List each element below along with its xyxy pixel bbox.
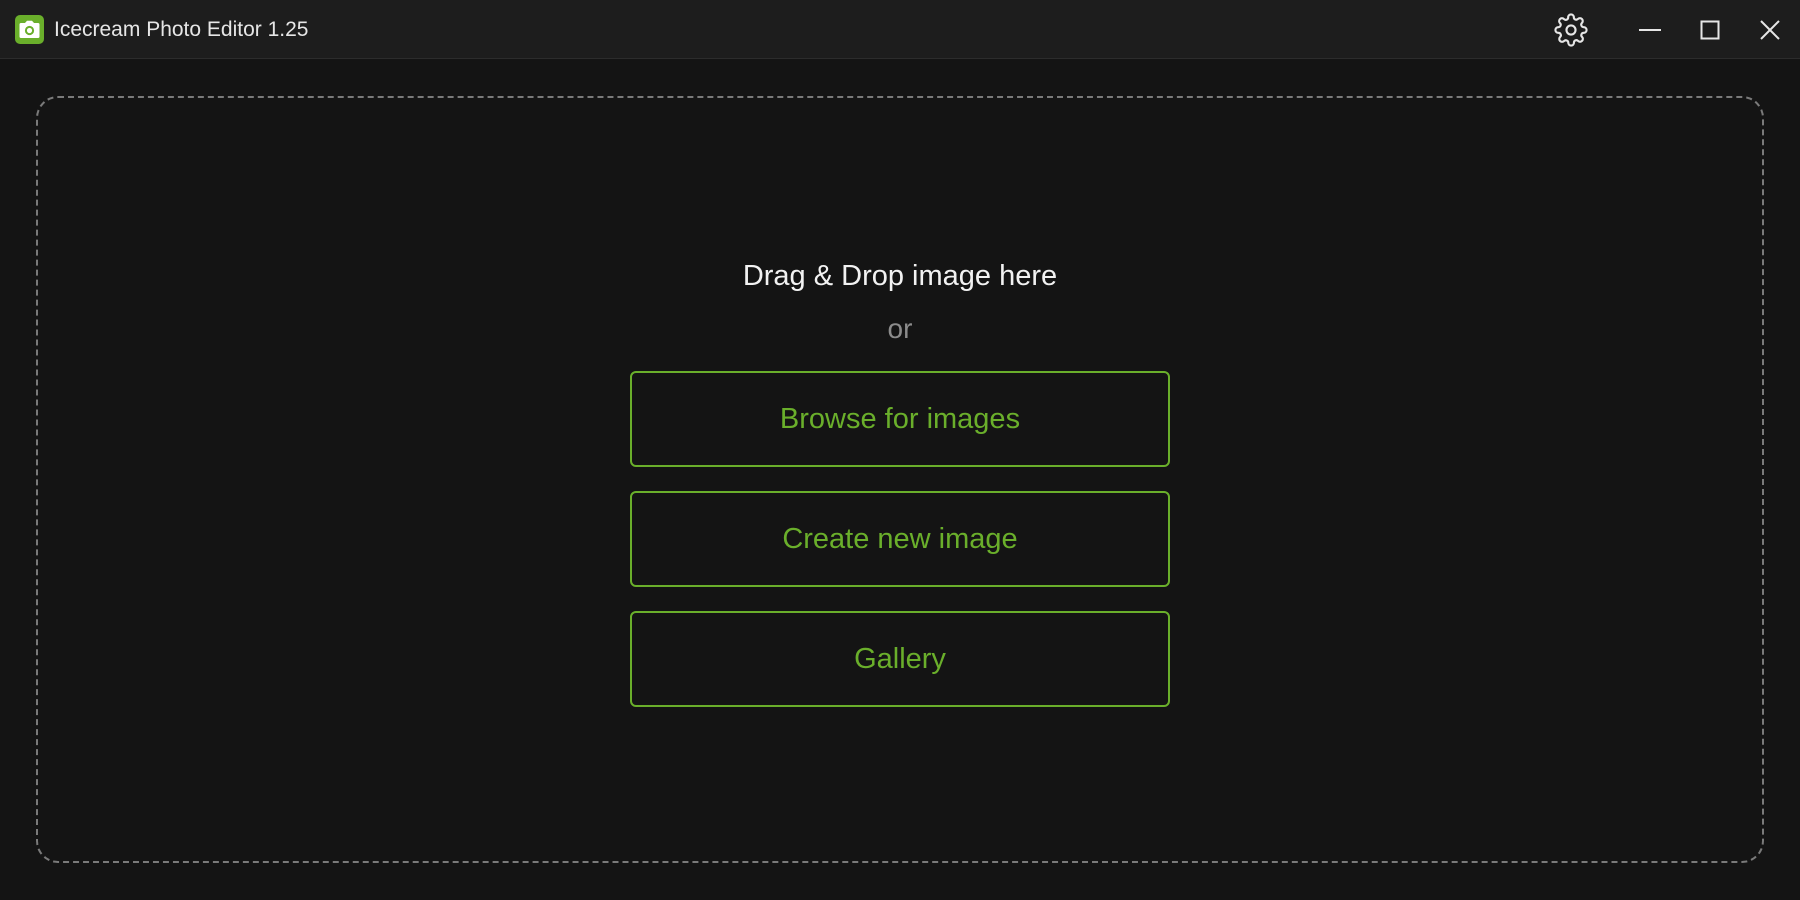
window-title: Icecream Photo Editor 1.25 (54, 18, 309, 41)
maximize-icon (1700, 20, 1720, 39)
settings-button[interactable] (1546, 0, 1596, 59)
minimize-icon (1639, 28, 1661, 31)
close-icon (1760, 19, 1780, 40)
maximize-button[interactable] (1680, 0, 1740, 59)
drop-zone-title: Drag & Drop image here (742, 260, 1058, 292)
title-bar[interactable]: Icecream Photo Editor 1.25 (0, 0, 1800, 59)
create-new-image-button[interactable]: Create new image (630, 491, 1170, 587)
browse-images-button[interactable]: Browse for images (630, 371, 1170, 467)
gear-icon (1554, 12, 1588, 47)
or-separator: or (887, 313, 913, 344)
minimize-button[interactable] (1620, 0, 1680, 59)
photo-editor-window: Icecream Photo Editor 1.25 Drag & Drop i… (0, 0, 1800, 900)
close-button[interactable] (1740, 0, 1800, 59)
camera-icon (15, 15, 44, 44)
drop-zone[interactable] (36, 96, 1764, 863)
gallery-button[interactable]: Gallery (630, 611, 1170, 707)
